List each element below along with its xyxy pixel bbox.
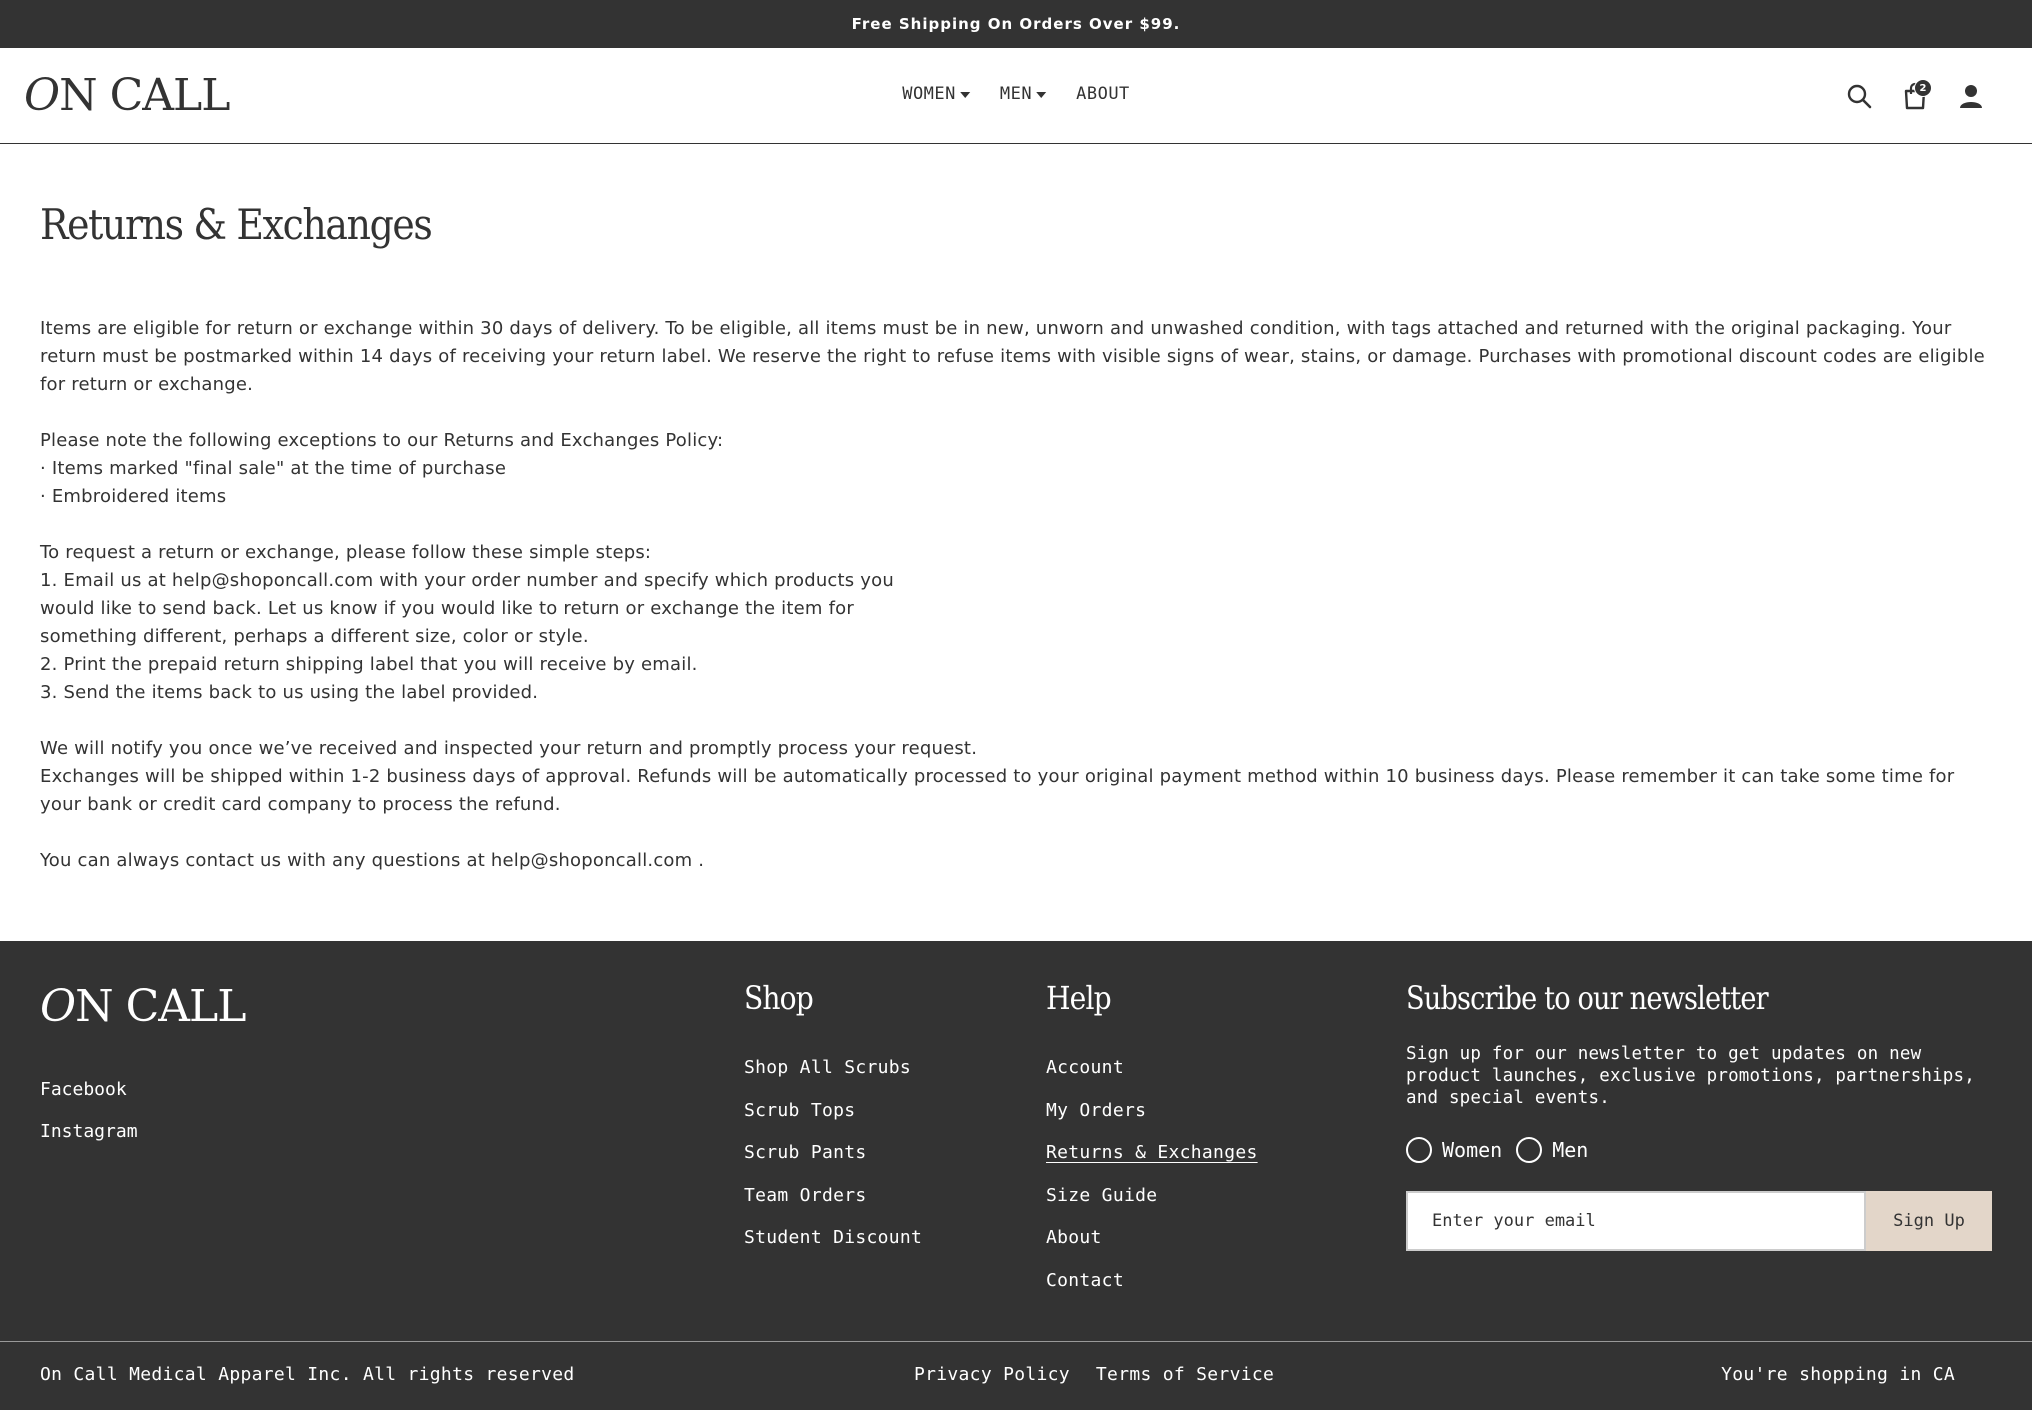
nav-women[interactable]: WOMEN (902, 84, 970, 104)
newsletter-description: Sign up for our newsletter to get update… (1406, 1044, 1976, 1108)
footer-shop-column: Shop Shop All Scrubs Scrub Tops Scrub Pa… (744, 979, 922, 1260)
footer-link-account[interactable]: Account (1046, 1047, 1258, 1090)
instagram-link[interactable]: Instagram (40, 1111, 138, 1153)
radio-men[interactable]: Men (1516, 1137, 1588, 1163)
caret-down-icon (959, 92, 970, 98)
nav-men[interactable]: MEN (999, 84, 1047, 104)
policy-paragraph-eligibility: Items are eligible for return or exchang… (40, 318, 1985, 395)
newsletter-form: Sign Up (1406, 1191, 1992, 1251)
footer-link-my-orders[interactable]: My Orders (1046, 1090, 1258, 1133)
help-heading: Help (1046, 979, 1112, 1017)
logo-letter-o: O (24, 70, 60, 121)
step-line: something different, perhaps a different… (40, 626, 589, 647)
footer-link-scrub-tops[interactable]: Scrub Tops (744, 1090, 922, 1133)
radio-women[interactable]: Women (1406, 1137, 1502, 1163)
copyright-text: On Call Medical Apparel Inc. All rights … (40, 1364, 575, 1385)
sign-up-button[interactable]: Sign Up (1866, 1191, 1992, 1251)
terms-of-service-link[interactable]: Terms of Service (1096, 1364, 1274, 1385)
gender-options: Women Men (1406, 1137, 1996, 1163)
page-title: Returns & Exchanges (40, 200, 433, 249)
refund-paragraph: Exchanges will be shipped within 1-2 bus… (40, 766, 1955, 815)
newsletter-email-input[interactable] (1406, 1191, 1866, 1251)
footer-link-scrub-pants[interactable]: Scrub Pants (744, 1132, 922, 1175)
footer-bottom-bar: On Call Medical Apparel Inc. All rights … (0, 1341, 2032, 1410)
footer-link-shop-all-scrubs[interactable]: Shop All Scrubs (744, 1047, 922, 1090)
radio-circle-icon[interactable] (1406, 1137, 1432, 1163)
contact-line: You can always contact us with any quest… (40, 850, 705, 871)
footer-link-size-guide[interactable]: Size Guide (1046, 1175, 1258, 1218)
shop-heading: Shop (744, 979, 814, 1017)
main-content: Returns & Exchanges Items are eligible f… (0, 144, 2032, 941)
steps-intro: To request a return or exchange, please … (40, 542, 652, 563)
footer-link-student-discount[interactable]: Student Discount (744, 1217, 922, 1260)
step-line: 3. Send the items back to us using the l… (40, 682, 539, 703)
footer-link-about[interactable]: About (1046, 1217, 1258, 1260)
footer-logo-text: N CALL (75, 981, 246, 1032)
cart-icon[interactable]: 2 (1898, 79, 1932, 113)
radio-men-label: Men (1552, 1138, 1589, 1162)
site-footer: ON CALL Facebook Instagram Shop Shop All… (0, 941, 2032, 1410)
exceptions-intro: Please note the following exceptions to … (40, 430, 724, 451)
announcement-bar: Free Shipping On Orders Over $99. (0, 0, 2032, 48)
radio-women-label: Women (1442, 1138, 1503, 1162)
step-line: 1. Email us at help@shoponcall.com with … (40, 570, 894, 591)
exception-item: · Embroidered items (40, 486, 227, 507)
facebook-link[interactable]: Facebook (40, 1069, 138, 1111)
search-icon[interactable] (1842, 79, 1876, 113)
legal-links: Privacy Policy Terms of Service (914, 1364, 1274, 1385)
social-links: Facebook Instagram (40, 1069, 138, 1153)
site-logo[interactable]: ON CALL (24, 70, 230, 121)
notify-line: We will notify you once we’ve received a… (40, 738, 978, 759)
nav-women-label: WOMEN (902, 84, 956, 104)
nav-about-label: ABOUT (1076, 84, 1130, 104)
step-line: 2. Print the prepaid return shipping lab… (40, 654, 698, 675)
exception-item: · Items marked "final sale" at the time … (40, 458, 507, 479)
footer-help-column: Help Account My Orders Returns & Exchang… (1046, 979, 1258, 1302)
logo-text: N CALL (59, 70, 230, 121)
header-icons: 2 (1842, 48, 1988, 144)
caret-down-icon (1036, 92, 1047, 98)
announcement-text: Free Shipping On Orders Over $99. (851, 15, 1181, 33)
footer-link-team-orders[interactable]: Team Orders (744, 1175, 922, 1218)
nav-men-label: MEN (999, 84, 1033, 104)
main-nav: WOMEN MEN ABOUT (902, 84, 1130, 104)
footer-logo-letter-o: O (40, 981, 76, 1032)
newsletter-heading: Subscribe to our newsletter (1406, 979, 1769, 1017)
radio-circle-icon[interactable] (1516, 1137, 1543, 1163)
newsletter-section: Subscribe to our newsletter Sign up for … (1406, 979, 1996, 1251)
site-header: ON CALL WOMEN MEN ABOUT 2 (0, 48, 2032, 144)
privacy-policy-link[interactable]: Privacy Policy (914, 1364, 1070, 1385)
footer-link-returns-exchanges[interactable]: Returns & Exchanges (1046, 1132, 1258, 1175)
footer-link-contact[interactable]: Contact (1046, 1260, 1258, 1303)
cart-count-badge: 2 (1914, 79, 1932, 97)
account-icon[interactable] (1954, 79, 1988, 113)
footer-logo[interactable]: ON CALL (40, 981, 246, 1032)
region-selector[interactable]: You're shopping in CA (1721, 1364, 1955, 1385)
step-line: would like to send back. Let us know if … (40, 598, 854, 619)
policy-content: Items are eligible for return or exchang… (40, 315, 1992, 875)
nav-about[interactable]: ABOUT (1076, 84, 1130, 104)
